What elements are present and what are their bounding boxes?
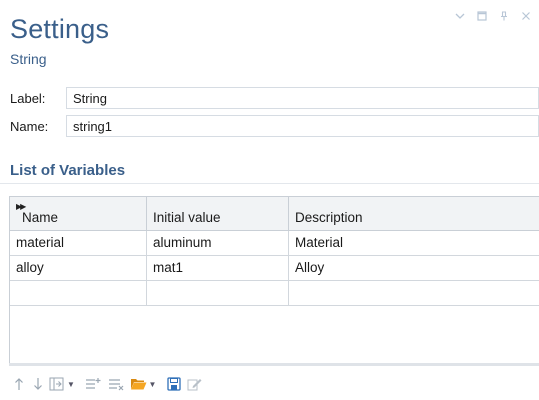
page-title: Settings [10,14,110,44]
clear-icon[interactable] [184,374,204,394]
maximize-icon[interactable] [477,10,487,24]
name-caption: Name: [10,118,49,134]
dropdown-arrow-icon[interactable]: ▼ [149,380,157,389]
table-row[interactable] [10,281,539,306]
table-row[interactable]: alloy mat1 Alloy [10,256,539,281]
page-subtitle: String [10,51,47,67]
cell-initial-value[interactable] [147,281,288,305]
cell-description[interactable] [289,281,539,305]
dropdown-arrow-icon[interactable]: ▼ [67,380,75,389]
close-icon[interactable] [521,10,531,24]
label-caption: Label: [10,90,46,106]
column-header-initial-value[interactable]: Initial value [147,197,288,230]
cell-initial-value[interactable]: mat1 [147,256,288,280]
delete-icon[interactable] [104,374,128,394]
save-icon[interactable] [164,374,184,394]
cell-description[interactable]: Material [289,231,539,255]
pin-icon[interactable] [499,10,509,24]
insert-icon[interactable] [82,374,104,394]
move-down-icon[interactable] [28,374,48,394]
column-header-description[interactable]: Description [289,197,539,230]
table-row[interactable]: material aluminum Material [10,231,539,256]
cell-initial-value[interactable]: aluminum [147,231,288,255]
variables-table: ▶▶ Name Initial value Description materi… [9,196,539,364]
cell-name[interactable]: material [10,231,146,255]
add-row-icon[interactable]: ▼ [48,374,76,394]
column-header-name[interactable]: Name [16,197,146,230]
open-folder-icon[interactable]: ▼ [128,374,158,394]
name-row: Name: [10,115,48,137]
table-toolbar: ▼ ▼ [10,374,204,394]
table-header: ▶▶ Name Initial value Description [10,197,539,231]
chevron-down-icon[interactable] [455,10,465,24]
cell-name[interactable] [10,281,146,305]
window-controls [455,10,531,24]
label-field[interactable]: String [66,87,539,109]
settings-header: Settings String [0,0,539,80]
table-resize-handle[interactable] [9,363,539,366]
cell-description[interactable]: Alloy [289,256,539,280]
move-up-icon[interactable] [10,374,28,394]
section-title[interactable]: List of Variables [10,162,125,179]
section-divider [0,183,539,184]
label-row: Label: [10,87,45,109]
name-field[interactable]: string1 [66,115,539,137]
cell-name[interactable]: alloy [10,256,146,280]
